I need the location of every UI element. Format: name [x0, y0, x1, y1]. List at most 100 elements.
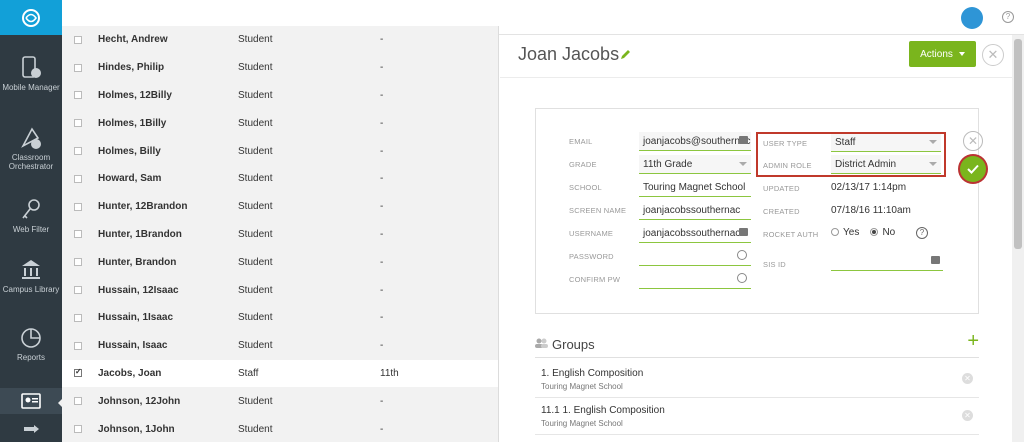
row-checkbox[interactable]	[74, 397, 82, 406]
save-edit-button[interactable]	[960, 156, 986, 182]
row-checkbox[interactable]	[74, 286, 82, 295]
table-row[interactable]: Johnson, 12John Student -	[62, 387, 498, 415]
row-checkbox[interactable]	[74, 230, 82, 239]
table-row[interactable]: Johnson, 1John Student -	[62, 415, 498, 442]
remove-group-icon[interactable]: ✕	[962, 410, 973, 421]
user-avatar[interactable]	[961, 7, 983, 29]
table-row[interactable]: Howard, Sam Student -	[62, 165, 498, 193]
nav-web-filter[interactable]: Web Filter	[0, 198, 62, 234]
rocket-yes-radio[interactable]	[831, 228, 839, 236]
row-grade: -	[380, 201, 384, 213]
row-name: Jacobs, Joan	[98, 367, 162, 379]
table-row[interactable]: Holmes, 12Billy Student -	[62, 82, 498, 110]
nav-users[interactable]	[0, 388, 62, 414]
screen-name-field[interactable]: joanjacobssouthernac	[639, 201, 751, 220]
table-row[interactable]: Hunter, Brandon Student -	[62, 248, 498, 276]
nav-reports[interactable]: Reports	[0, 326, 62, 362]
row-role: Student	[238, 423, 273, 435]
row-checkbox[interactable]	[74, 147, 82, 156]
eye-icon[interactable]	[737, 250, 747, 260]
contact-card-icon	[739, 228, 748, 236]
library-icon	[22, 260, 40, 279]
rocket-yes-label: Yes	[843, 227, 860, 238]
table-row[interactable]: Holmes, 1Billy Student -	[62, 109, 498, 137]
pencil-icon[interactable]	[620, 48, 632, 60]
row-role: Student	[238, 89, 273, 101]
user-list: Hecht, Andrew Student - Hindes, Philip Stude…	[62, 26, 499, 442]
row-grade: -	[380, 312, 384, 324]
row-role: Student	[238, 256, 273, 268]
help-icon[interactable]: ?	[916, 227, 928, 239]
password-field[interactable]	[639, 247, 751, 266]
actions-button[interactable]: Actions	[909, 41, 976, 67]
row-checkbox[interactable]	[74, 341, 82, 350]
table-row[interactable]: Jacobs, Joan Staff 11th	[62, 359, 498, 388]
school-field[interactable]: Touring Magnet School	[639, 178, 751, 197]
row-name: Hussain, 1Isaac	[98, 312, 174, 324]
panel-scrollbar[interactable]	[1012, 35, 1024, 442]
chevron-down-icon	[958, 52, 965, 56]
add-group-button[interactable]: +	[967, 330, 979, 353]
group-item[interactable]: 1. English Composition Touring Magnet Sc…	[535, 362, 979, 398]
row-grade: -	[380, 395, 384, 407]
nav-label: Reports	[16, 353, 45, 362]
table-row[interactable]: Hunter, 12Brandon Student -	[62, 193, 498, 221]
row-checkbox[interactable]	[74, 313, 82, 322]
created-label: CREATED	[763, 207, 800, 216]
row-checkbox[interactable]	[74, 91, 82, 100]
brand-logo[interactable]	[0, 0, 62, 35]
rocket-no-radio[interactable]	[870, 228, 879, 236]
row-checkbox[interactable]	[74, 202, 82, 211]
confirm-pw-label: CONFIRM PW	[569, 275, 621, 284]
scrollbar-thumb[interactable]	[1014, 39, 1022, 249]
row-grade: -	[380, 228, 384, 240]
nav-mobile-manager[interactable]: Mobile Manager	[0, 56, 62, 92]
nav-logout[interactable]	[0, 418, 62, 442]
checkmark-icon	[967, 164, 979, 174]
group-school: Touring Magnet School	[541, 382, 623, 391]
row-checkbox[interactable]	[74, 63, 82, 72]
cancel-edit-button[interactable]: ✕	[963, 131, 983, 151]
group-icon	[535, 338, 548, 348]
sis-id-field[interactable]	[831, 252, 943, 271]
nav-campus-library[interactable]: Campus Library	[0, 258, 62, 294]
close-panel-button[interactable]: ✕	[982, 44, 1004, 66]
row-name: Holmes, Billy	[98, 145, 161, 157]
row-checkbox[interactable]	[74, 119, 82, 128]
help-icon[interactable]: ?	[1002, 11, 1014, 23]
row-checkbox[interactable]	[74, 35, 82, 44]
email-label: EMAIL	[569, 137, 593, 146]
eye-icon[interactable]	[737, 273, 747, 283]
row-role: Student	[238, 173, 273, 185]
nav-label: Mobile Manager	[2, 83, 60, 92]
table-row[interactable]: Hussain, Isaac Student -	[62, 332, 498, 360]
table-row[interactable]: Hussain, 1Isaac Student -	[62, 304, 498, 332]
table-row[interactable]: Hunter, 1Brandon Student -	[62, 221, 498, 249]
row-grade: -	[380, 256, 384, 268]
groups-title: Groups	[552, 337, 595, 352]
row-checkbox[interactable]	[74, 174, 82, 183]
row-checkbox[interactable]	[74, 367, 82, 378]
row-checkbox[interactable]	[74, 258, 82, 267]
table-row[interactable]: Holmes, Billy Student -	[62, 137, 498, 165]
nav-classroom-orchestrator[interactable]: Classroom Orchestrator	[0, 126, 62, 171]
row-checkbox[interactable]	[74, 425, 82, 434]
contact-card-icon	[739, 136, 748, 144]
email-field[interactable]: joanjacobs@southernac	[639, 132, 751, 151]
contact-card-icon	[931, 256, 940, 264]
table-row[interactable]: Hindes, Philip Student -	[62, 54, 498, 82]
grade-select[interactable]: 11th Grade	[639, 155, 751, 174]
confirm-password-field[interactable]	[639, 270, 751, 289]
table-row[interactable]: Hussain, 12Isaac Student -	[62, 276, 498, 304]
classroom-orchestrator-icon	[21, 127, 41, 149]
screen-name-label: SCREEN NAME	[569, 206, 627, 215]
logout-icon	[24, 425, 39, 433]
remove-group-icon[interactable]: ✕	[962, 373, 973, 384]
row-role: Student	[238, 34, 273, 46]
group-item[interactable]: 11.1 1. English Composition Touring Magn…	[535, 399, 979, 435]
header-divider	[500, 77, 1012, 78]
school-label: SCHOOL	[569, 183, 602, 192]
table-row[interactable]: Hecht, Andrew Student -	[62, 26, 498, 54]
username-field[interactable]: joanjacobssouthernac	[639, 224, 751, 243]
group-name: 11.1 1. English Composition	[541, 405, 665, 416]
